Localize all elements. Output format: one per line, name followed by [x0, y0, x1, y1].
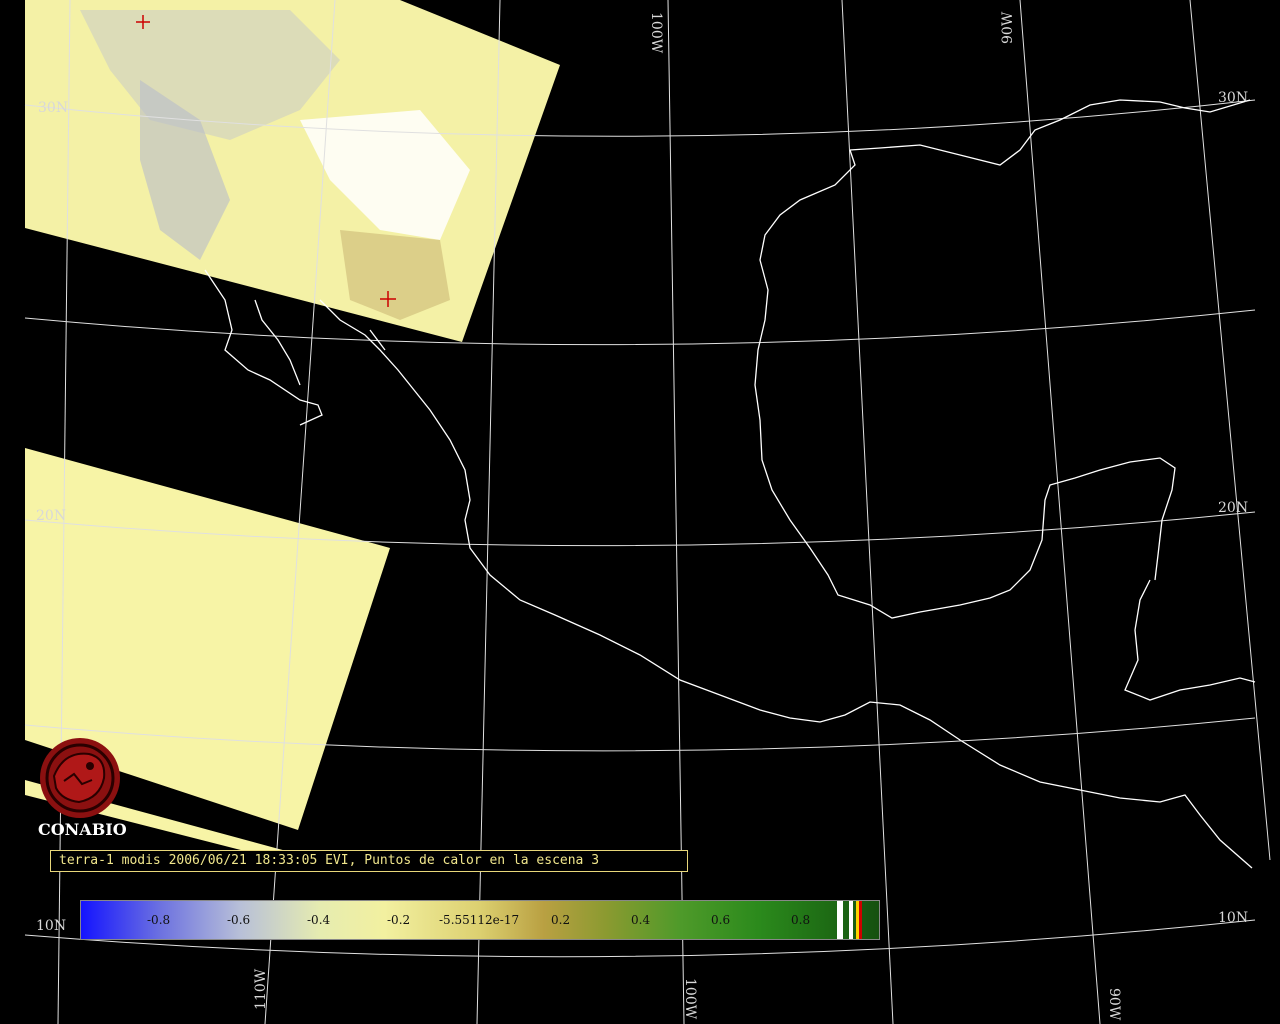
legend-tick: -0.6	[227, 913, 251, 927]
legend-tick: 0.8	[791, 913, 811, 927]
legend-tick: 0.6	[711, 913, 731, 927]
legend-tick: -5.55112e-17	[439, 913, 520, 927]
longitude-line-90w	[1019, 0, 1101, 1024]
legend-tick: 0.4	[631, 913, 651, 927]
latitude-line-25n	[24, 309, 1256, 346]
evi-color-scale: -0.8 -0.6 -0.4 -0.2 -5.55112e-17 0.2 0.4…	[80, 900, 880, 940]
label-100w-top: 100W	[648, 12, 664, 54]
legend-tick: 0.2	[551, 913, 571, 927]
label-10n-right: 10N	[1218, 910, 1248, 926]
legend-red-stripe	[859, 901, 862, 939]
legend-tick: -0.4	[307, 913, 331, 927]
legend-white-stripe	[849, 901, 853, 939]
label-20n-left: 20N	[36, 508, 66, 524]
label-90w-top: 90W	[1000, 11, 1016, 44]
label-90w-bottom: 90W	[1106, 988, 1122, 1021]
legend-white-stripe	[837, 901, 843, 939]
legend-tick: -0.2	[387, 913, 411, 927]
conabio-logo-text: CONABIO	[38, 820, 127, 839]
label-20n-right: 20N	[1218, 500, 1248, 516]
label-110w-bottom: 110W	[253, 968, 269, 1010]
label-30n-left: 30N	[38, 100, 68, 116]
label-30n-right: 30N	[1218, 90, 1248, 106]
legend-tick: -0.8	[147, 913, 171, 927]
longitude-line-95w	[841, 0, 894, 1024]
longitude-line-85w	[1189, 0, 1271, 861]
label-100w-bottom: 100W	[682, 978, 698, 1020]
label-10n-left: 10N	[36, 918, 66, 934]
scene-caption: terra-1 modis 2006/06/21 18:33:05 EVI, P…	[50, 850, 688, 872]
coastline-yucatan	[1124, 579, 1256, 701]
evi-scene-upper	[25, 0, 560, 342]
